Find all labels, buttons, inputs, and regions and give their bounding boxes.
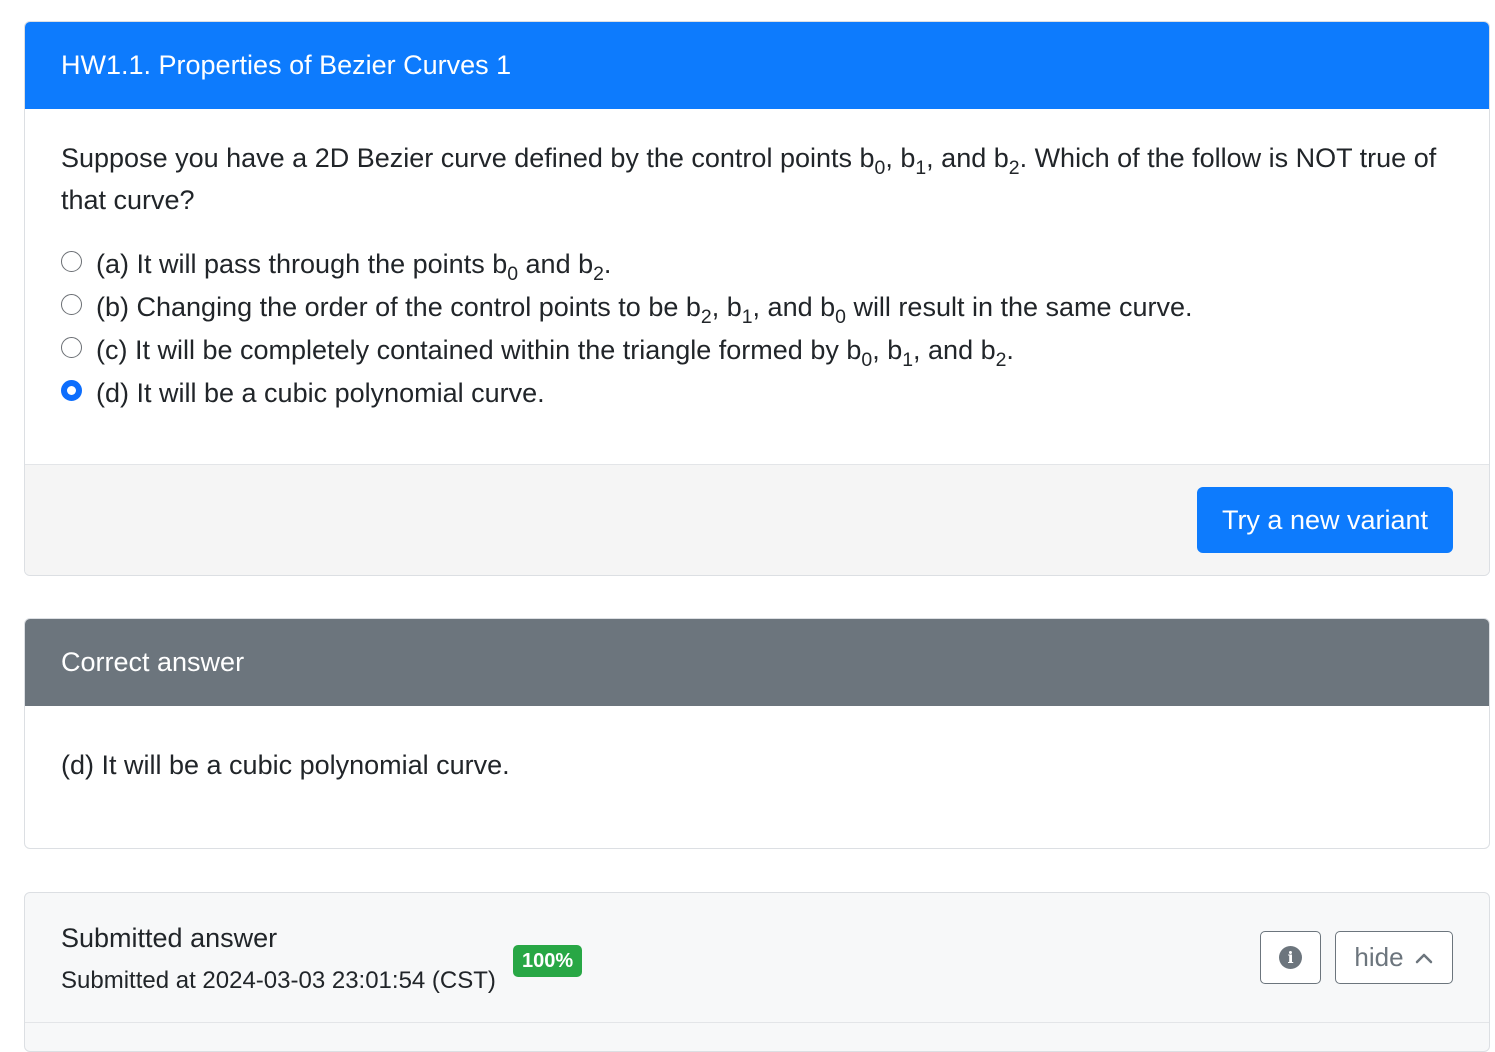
option-c[interactable]: (c) It will be completely contained with…: [61, 329, 1453, 372]
hide-button[interactable]: hide: [1335, 931, 1453, 984]
option-a-label: (a) It will pass through the points b0 a…: [96, 249, 612, 285]
score-badge: 100%: [513, 945, 583, 977]
submission-timestamp: Submitted at 2024-03-03 23:01:54 (CST): [61, 967, 496, 994]
radio-option-b[interactable]: [61, 294, 82, 315]
option-b-label: (b) Changing the order of the control po…: [96, 292, 1193, 328]
option-d-label: (d) It will be a cubic polynomial curve.: [96, 378, 545, 408]
correct-answer-title: Correct answer: [25, 619, 1489, 706]
submitted-answer-header: Submitted answer Submitted at 2024-03-03…: [25, 893, 1489, 1023]
radio-option-d[interactable]: [61, 380, 82, 401]
option-a[interactable]: (a) It will pass through the points b0 a…: [61, 243, 1453, 286]
try-new-variant-button[interactable]: Try a new variant: [1197, 487, 1453, 553]
question-title: HW1.1. Properties of Bezier Curves 1: [25, 22, 1489, 109]
submitted-answer-card: Submitted answer Submitted at 2024-03-03…: [24, 892, 1490, 1052]
hide-label: hide: [1354, 942, 1404, 972]
correct-answer-card: Correct answer (d) It will be a cubic po…: [24, 618, 1490, 849]
submitted-answer-title: Submitted answer: [61, 923, 278, 953]
radio-option-a[interactable]: [61, 251, 82, 272]
question-prompt: Suppose you have a 2D Bezier curve defin…: [61, 143, 1437, 215]
question-footer: Try a new variant: [25, 464, 1489, 575]
chevron-up-icon: [1415, 953, 1432, 963]
radio-option-c[interactable]: [61, 337, 82, 358]
info-circle-icon: i: [1279, 946, 1302, 969]
correct-answer-text: (d) It will be a cubic polynomial curve.: [61, 750, 510, 780]
option-d[interactable]: (d) It will be a cubic polynomial curve.: [61, 372, 1453, 415]
info-button[interactable]: i: [1260, 931, 1321, 984]
option-b[interactable]: (b) Changing the order of the control po…: [61, 286, 1453, 329]
question-body: Suppose you have a 2D Bezier curve defin…: [25, 109, 1489, 466]
option-c-label: (c) It will be completely contained with…: [96, 335, 1014, 371]
question-card: HW1.1. Properties of Bezier Curves 1 Sup…: [24, 21, 1490, 576]
answer-options: (a) It will pass through the points b0 a…: [61, 243, 1453, 415]
